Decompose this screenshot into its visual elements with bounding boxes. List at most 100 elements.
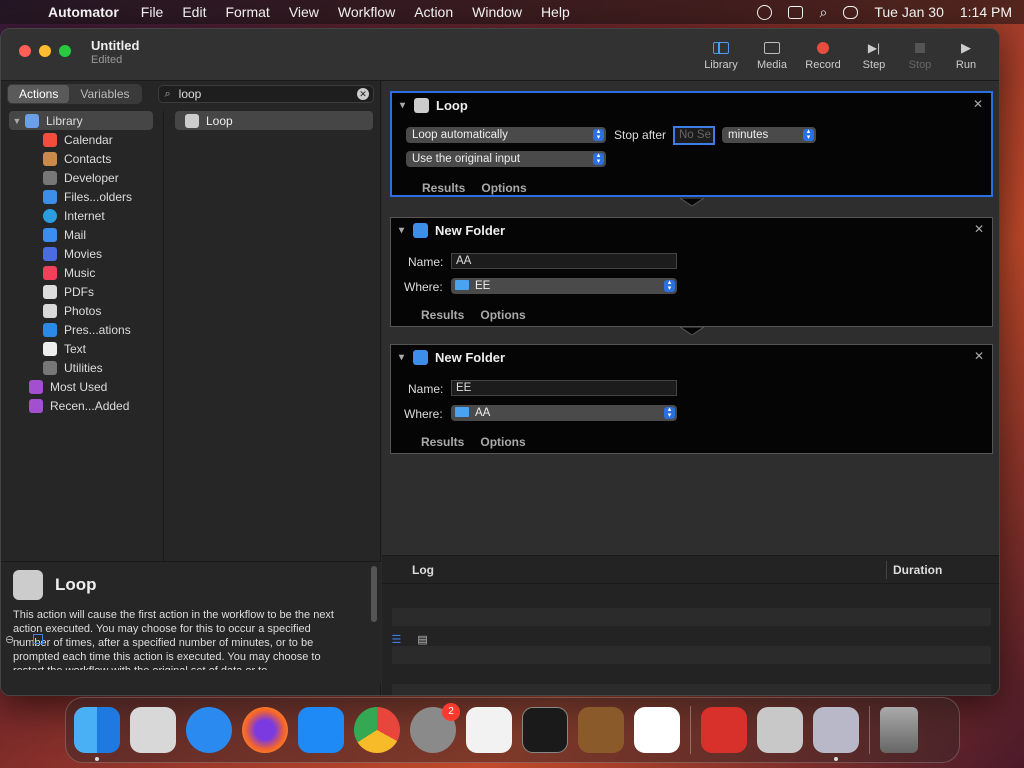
flow-view-icon[interactable]: ▤	[417, 633, 427, 646]
most-used[interactable]: Most Used	[1, 377, 163, 396]
close-action-icon[interactable]: ✕	[974, 222, 984, 236]
action-menu-icon[interactable]: ⊖⌄	[5, 633, 23, 646]
category-calendar[interactable]: Calendar	[1, 130, 163, 149]
media-button[interactable]: Media	[749, 37, 795, 71]
loop-mode-popup[interactable]: Loop automatically ▴ ▾	[406, 127, 606, 143]
collapse-chevron-icon[interactable]: ▾	[400, 100, 414, 111]
screen-mirroring-icon[interactable]	[788, 5, 804, 19]
action-loop[interactable]: ▾ Loop ✕ Loop automatically ▴ ▾ Stop after…	[390, 91, 993, 197]
menu-date[interactable]: Tue Jan 30	[874, 4, 944, 20]
category-label: Pres...ations	[64, 322, 131, 337]
results-tab[interactable]: Results	[421, 308, 464, 322]
spotlight-search-icon[interactable]: ⌕	[819, 4, 827, 21]
close-action-icon[interactable]: ✕	[974, 349, 984, 363]
category-label: Music	[64, 265, 96, 280]
stop-button[interactable]: Stop	[897, 37, 943, 71]
action-connector	[680, 198, 704, 206]
where-popup[interactable]: AA ▴ ▾	[451, 405, 677, 421]
action-list-item-loop[interactable]: Loop	[175, 111, 373, 130]
menu-window[interactable]: Window	[472, 4, 522, 20]
category-utilities[interactable]: Utilities	[1, 358, 163, 377]
where-popup[interactable]: EE ▴ ▾	[451, 278, 677, 294]
zoom-window-button[interactable]	[59, 45, 71, 57]
folder-name-input[interactable]: EE	[451, 380, 677, 396]
category-pdfs[interactable]: PDFs	[1, 282, 163, 301]
action-new-folder-1[interactable]: ▾ New Folder ✕ Name: AA Where: EE ▴ ▾ Resu…	[390, 217, 993, 327]
action-new-folder-2[interactable]: ▾ New Folder ✕ Name: EE Where: AA ▴ ▾ Resu…	[390, 344, 993, 454]
launchpad-icon[interactable]	[130, 707, 176, 753]
category-label: Files...olders	[64, 189, 133, 204]
step-button[interactable]: ▶︎| Step	[851, 37, 897, 71]
options-tab[interactable]: Options	[480, 435, 525, 449]
disclosure-triangle-icon[interactable]: ▼	[9, 116, 25, 126]
input-mode-popup[interactable]: Use the original input ▴ ▾	[406, 151, 606, 167]
options-tab[interactable]: Options	[480, 308, 525, 322]
options-tab[interactable]: Options	[481, 181, 526, 195]
tab-actions[interactable]: Actions	[8, 85, 70, 103]
photo-booth-icon[interactable]	[701, 707, 747, 753]
menu-format[interactable]: Format	[225, 4, 269, 20]
library-label: Library	[704, 59, 738, 71]
menu-view[interactable]: View	[289, 4, 319, 20]
finder-icon[interactable]	[74, 707, 120, 761]
results-tab[interactable]: Results	[421, 435, 464, 449]
collapse-chevron-icon[interactable]: ▾	[399, 225, 413, 236]
duration-column-header[interactable]: Duration	[886, 560, 942, 579]
user-account-icon[interactable]	[757, 4, 773, 20]
category-contacts[interactable]: Contacts	[1, 149, 163, 168]
terminal-icon[interactable]	[522, 707, 568, 753]
menu-help[interactable]: Help	[541, 4, 570, 20]
folder-name-input[interactable]: AA	[451, 253, 677, 269]
garageband-icon[interactable]	[578, 707, 624, 753]
collapse-chevron-icon[interactable]: ▾	[399, 352, 413, 363]
menu-action[interactable]: Action	[414, 4, 453, 20]
firefox-icon[interactable]	[242, 707, 288, 753]
record-button[interactable]: Record	[795, 37, 851, 71]
vscode-icon[interactable]	[634, 707, 680, 753]
category-presentations[interactable]: Pres...ations	[1, 320, 163, 339]
automator-icon[interactable]	[813, 707, 859, 761]
menu-edit[interactable]: Edit	[182, 4, 206, 20]
finder-icon	[413, 349, 428, 365]
log-column-header[interactable]: Log	[382, 563, 434, 577]
category-developer[interactable]: Developer	[1, 168, 163, 187]
show-description-icon[interactable]	[33, 634, 44, 644]
tab-variables[interactable]: Variables	[69, 85, 140, 103]
run-button[interactable]: ▶ Run	[943, 37, 989, 71]
system-settings-icon[interactable]: 2	[410, 703, 460, 753]
category-label: Utilities	[64, 360, 103, 375]
category-movies[interactable]: Movies	[1, 244, 163, 263]
app-store-icon[interactable]	[298, 707, 344, 753]
list-view-icon[interactable]: ☰	[391, 633, 401, 646]
category-mail[interactable]: Mail	[1, 225, 163, 244]
description-scrollbar[interactable]	[371, 566, 377, 622]
control-center-icon[interactable]	[843, 5, 859, 19]
trash-icon[interactable]	[880, 707, 918, 753]
category-photos[interactable]: Photos	[1, 301, 163, 320]
menu-app-name[interactable]: Automator	[48, 4, 119, 20]
stop-after-input[interactable]: No Se	[673, 126, 715, 145]
close-action-icon[interactable]: ✕	[973, 97, 983, 111]
safari-icon[interactable]	[186, 707, 232, 753]
menu-file[interactable]: File	[141, 4, 164, 20]
minimize-window-button[interactable]	[39, 45, 51, 57]
disk-utility-icon[interactable]	[757, 707, 803, 753]
search-input[interactable]: ⌕ loop ✕	[157, 85, 374, 103]
recently-added[interactable]: Recen...Added	[1, 396, 163, 415]
library-button[interactable]: Library	[693, 37, 749, 71]
category-files-folders[interactable]: Files...olders	[1, 187, 163, 206]
library-root[interactable]: ▼ Library	[9, 111, 153, 130]
category-internet[interactable]: Internet	[1, 206, 163, 225]
log-panel: Log Duration	[382, 555, 999, 695]
popup-value: AA	[475, 407, 491, 419]
results-tab[interactable]: Results	[422, 181, 465, 195]
clear-search-icon[interactable]: ✕	[357, 88, 369, 100]
close-window-button[interactable]	[19, 45, 31, 57]
chrome-icon[interactable]	[354, 707, 400, 753]
category-text[interactable]: Text	[1, 339, 163, 358]
textedit-icon[interactable]	[466, 707, 512, 753]
units-popup[interactable]: minutes ▴ ▾	[722, 127, 816, 143]
menu-time[interactable]: 1:14 PM	[960, 4, 1012, 20]
category-music[interactable]: Music	[1, 263, 163, 282]
menu-workflow[interactable]: Workflow	[338, 4, 395, 20]
